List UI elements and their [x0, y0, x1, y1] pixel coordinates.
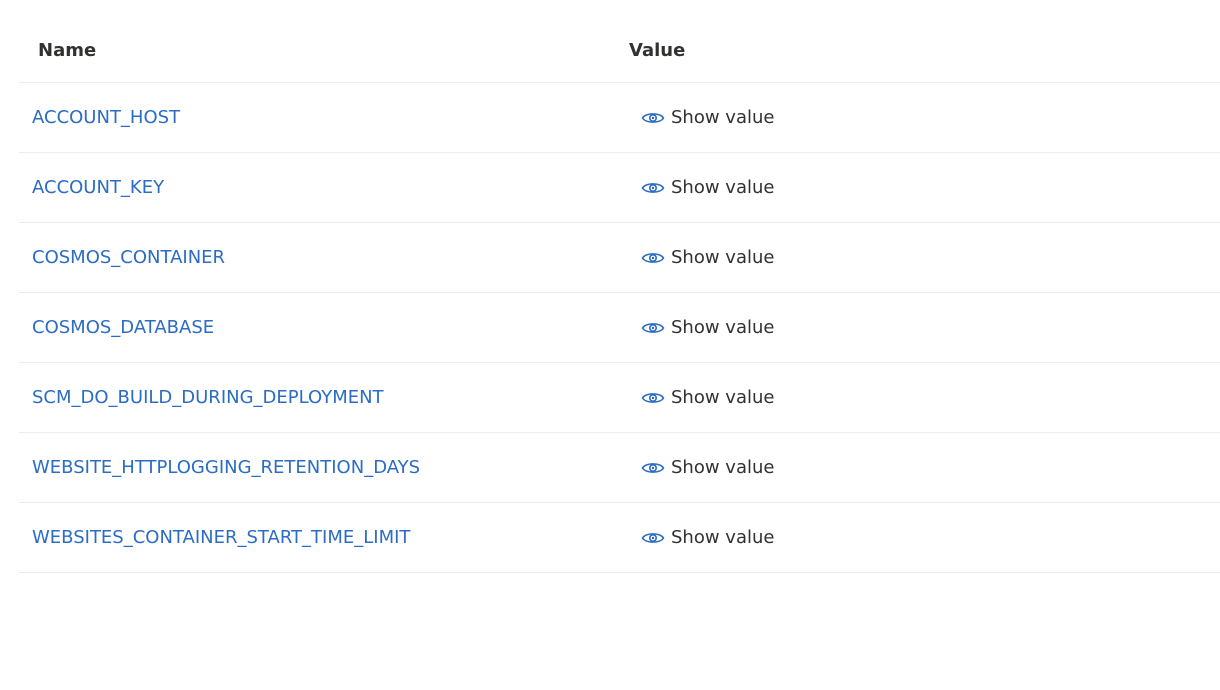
show-value-button[interactable]: Show value: [622, 107, 774, 128]
setting-name-link[interactable]: SCM_DO_BUILD_DURING_DEPLOYMENT: [19, 387, 622, 408]
column-header-name: Name: [38, 39, 97, 61]
setting-name-link[interactable]: COSMOS_DATABASE: [19, 317, 622, 338]
setting-name-link[interactable]: WEBSITES_CONTAINER_START_TIME_LIMIT: [19, 527, 622, 548]
eye-icon: [641, 252, 665, 263]
show-value-button[interactable]: Show value: [622, 527, 774, 548]
setting-name-link[interactable]: COSMOS_CONTAINER: [19, 247, 622, 268]
show-value-button[interactable]: Show value: [622, 387, 774, 408]
column-header-value: Value: [629, 39, 686, 61]
setting-name-link[interactable]: WEBSITE_HTTPLOGGING_RETENTION_DAYS: [19, 457, 622, 478]
eye-icon: [641, 322, 665, 333]
show-value-label: Show value: [671, 387, 775, 408]
show-value-button[interactable]: Show value: [622, 457, 774, 478]
setting-name-link[interactable]: ACCOUNT_KEY: [19, 177, 622, 198]
table-row: COSMOS_CONTAINER Show value: [19, 223, 1220, 293]
table-header: Name Value: [19, 18, 1220, 83]
table-row: ACCOUNT_HOST Show value: [19, 83, 1220, 153]
table-row: WEBSITE_HTTPLOGGING_RETENTION_DAYS Show …: [19, 433, 1220, 503]
table-row: COSMOS_DATABASE Show value: [19, 293, 1220, 363]
show-value-label: Show value: [671, 107, 775, 128]
table-row: ACCOUNT_KEY Show value: [19, 153, 1220, 223]
app-settings-table: Name Value ACCOUNT_HOST Show value ACCOU…: [19, 18, 1220, 573]
show-value-label: Show value: [671, 457, 775, 478]
eye-icon: [641, 462, 665, 473]
eye-icon: [641, 392, 665, 403]
show-value-label: Show value: [671, 177, 775, 198]
show-value-button[interactable]: Show value: [622, 247, 774, 268]
eye-icon: [641, 532, 665, 543]
table-row: WEBSITES_CONTAINER_START_TIME_LIMIT Show…: [19, 503, 1220, 573]
eye-icon: [641, 182, 665, 193]
show-value-button[interactable]: Show value: [622, 317, 774, 338]
eye-icon: [641, 112, 665, 123]
show-value-button[interactable]: Show value: [622, 177, 774, 198]
table-row: SCM_DO_BUILD_DURING_DEPLOYMENT Show valu…: [19, 363, 1220, 433]
show-value-label: Show value: [671, 247, 775, 268]
show-value-label: Show value: [671, 317, 775, 338]
setting-name-link[interactable]: ACCOUNT_HOST: [19, 107, 622, 128]
show-value-label: Show value: [671, 527, 775, 548]
